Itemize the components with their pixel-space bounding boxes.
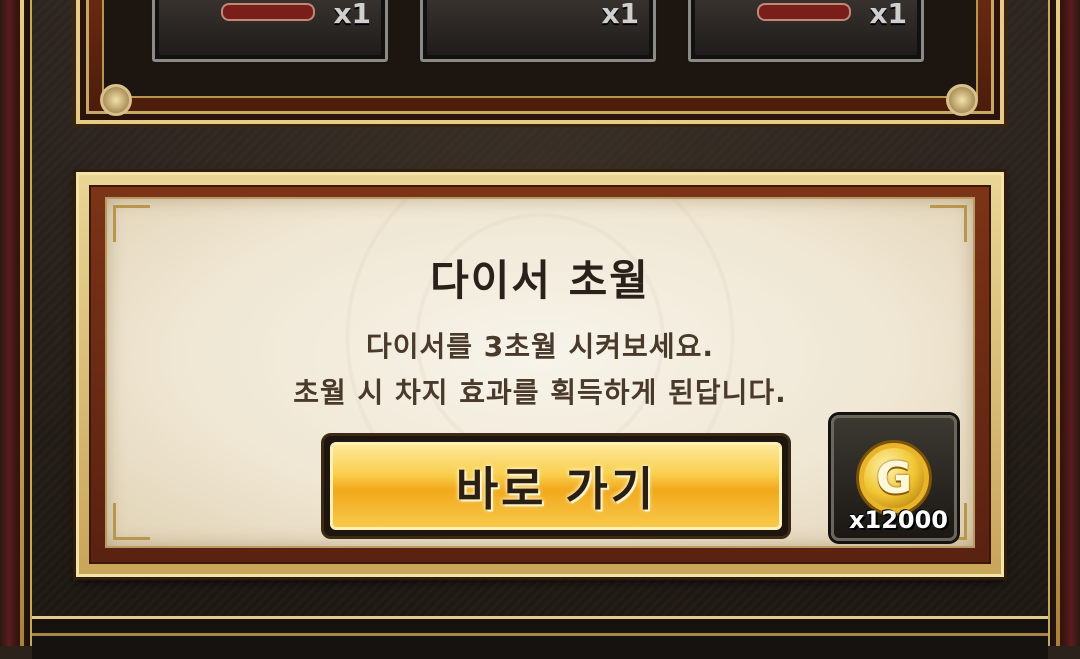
go-now-button[interactable]: 바로 가기	[321, 433, 791, 539]
gold-coin-icon: G	[856, 440, 932, 516]
corner-ornament-icon	[940, 78, 986, 118]
right-border	[1048, 0, 1080, 646]
next-panel-edge	[32, 616, 1048, 659]
reward-card[interactable]: x1	[688, 0, 924, 62]
mission-description-line2: 초월 시 차지 효과를 획득하게 된답니다.	[293, 376, 787, 409]
go-now-button-label: 바로 가기	[455, 462, 657, 516]
card-count: x1	[333, 0, 371, 30]
reward-cards-tray: x1 x1 x1	[102, 0, 978, 98]
reward-cards-frame: x1 x1 x1	[76, 0, 1004, 124]
card-rarity-tag	[757, 3, 851, 21]
reward-count: x12000	[849, 506, 948, 534]
reward-card[interactable]: x1	[152, 0, 388, 62]
corner-ornament-icon	[113, 205, 150, 242]
left-border	[0, 0, 32, 646]
mission-panel-frame: 다이서 초월 다이서를 3초월 시켜보세요. 초월 시 차지 효과를 획득하게 …	[89, 185, 991, 564]
card-count: x1	[869, 0, 907, 30]
corner-ornament-icon	[113, 503, 150, 540]
coin-letter: G	[875, 452, 913, 504]
mission-title: 다이서 초월	[430, 256, 650, 305]
reward-item[interactable]: G x12000	[831, 415, 957, 541]
go-now-button-face: 바로 가기	[330, 442, 782, 530]
card-count: x1	[601, 0, 639, 30]
reward-card[interactable]: x1	[420, 0, 656, 62]
mission-paper: 다이서 초월 다이서를 3초월 시켜보세요. 초월 시 차지 효과를 획득하게 …	[105, 197, 975, 548]
corner-ornament-icon	[94, 78, 140, 118]
card-rarity-tag	[221, 3, 315, 21]
corner-ornament-icon	[930, 205, 967, 242]
mission-description-line1: 다이서를 3초월 시켜보세요.	[366, 330, 714, 363]
mission-panel: 다이서 초월 다이서를 3초월 시켜보세요. 초월 시 차지 효과를 획득하게 …	[76, 172, 1004, 577]
